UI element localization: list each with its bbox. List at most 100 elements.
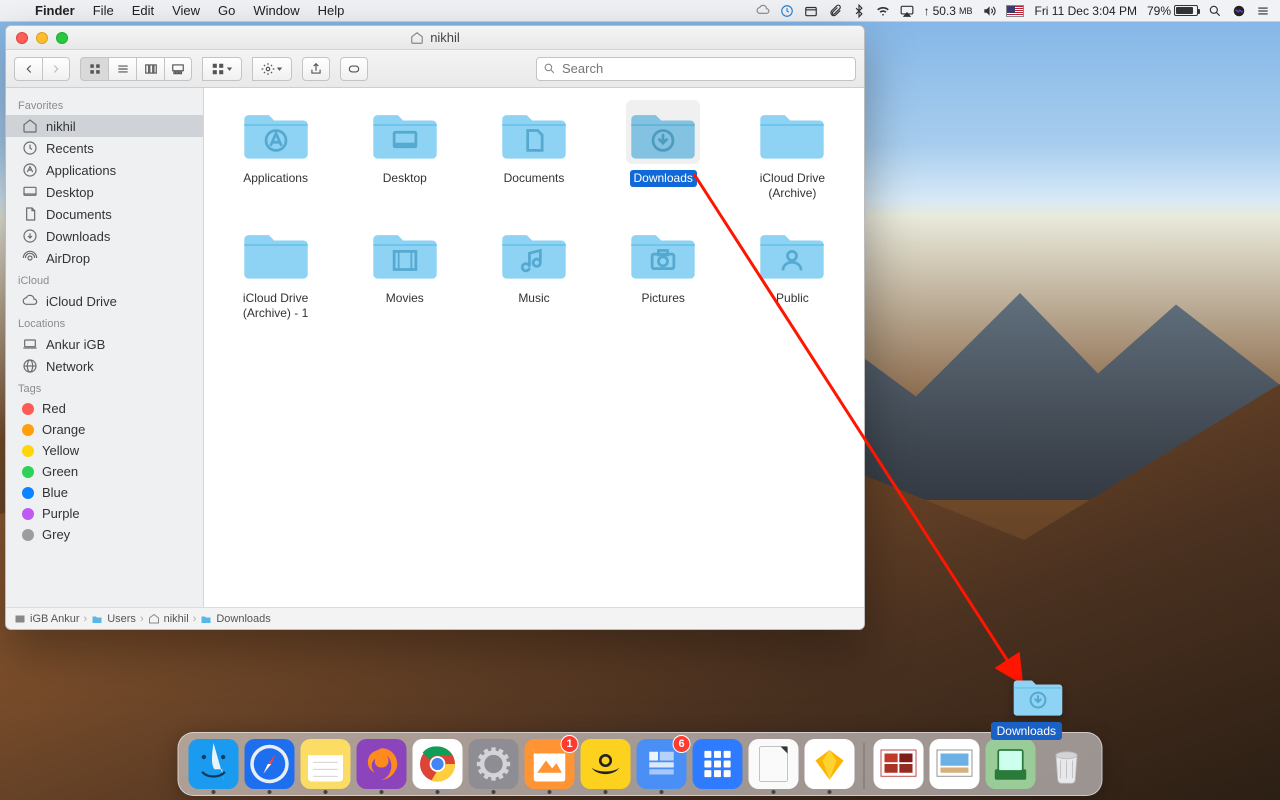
menubar-app-name[interactable]: Finder	[26, 0, 84, 22]
running-indicator	[324, 790, 328, 794]
sidebar-item-green[interactable]: Green	[6, 461, 203, 482]
folder-public[interactable]: Public	[731, 226, 854, 322]
list-view-button[interactable]	[108, 57, 136, 81]
folder-music[interactable]: Music	[472, 226, 595, 322]
search-icon	[543, 62, 556, 75]
sidebar-item-ankur-igb[interactable]: Ankur iGB	[6, 333, 203, 355]
dock-app-grid[interactable]	[693, 739, 743, 789]
sidebar-item-airdrop[interactable]: AirDrop	[6, 247, 203, 269]
menu-window[interactable]: Window	[244, 0, 308, 22]
menu-edit[interactable]: Edit	[123, 0, 163, 22]
input-flag[interactable]	[1006, 5, 1024, 17]
sidebar-item-nikhil[interactable]: nikhil	[6, 115, 203, 137]
volume-icon[interactable]	[982, 4, 996, 18]
sidebar-item-recents[interactable]: Recents	[6, 137, 203, 159]
dock-app-safari[interactable]	[245, 739, 295, 789]
dock-app-scanner[interactable]	[986, 739, 1036, 789]
sidebar-item-applications[interactable]: Applications	[6, 159, 203, 181]
path-separator: ›	[84, 613, 88, 625]
search-field[interactable]	[536, 57, 856, 81]
dragged-folder-icon[interactable]	[1011, 669, 1065, 723]
sidebar-section-header: iCloud	[6, 269, 203, 290]
finder-content[interactable]: ApplicationsDesktopDocumentsDownloadsiCl…	[204, 88, 864, 607]
menu-view[interactable]: View	[163, 0, 209, 22]
running-indicator	[828, 790, 832, 794]
sidebar-item-label: Blue	[42, 485, 68, 500]
airplay-icon[interactable]	[900, 4, 914, 18]
siri-icon[interactable]	[1232, 4, 1246, 18]
back-button[interactable]	[14, 57, 42, 81]
folder-movies[interactable]: Movies	[343, 226, 466, 322]
sidebar-item-red[interactable]: Red	[6, 398, 203, 419]
folder-icloud-drive-archive-[interactable]: iCloud Drive (Archive)	[731, 106, 854, 202]
spotlight-icon[interactable]	[1208, 4, 1222, 18]
dock-app-libreoffice[interactable]	[749, 739, 799, 789]
forward-button[interactable]	[42, 57, 70, 81]
folder-pictures[interactable]: Pictures	[602, 226, 725, 322]
arrange-button[interactable]	[202, 57, 242, 81]
notification-center-icon[interactable]	[1256, 4, 1270, 18]
sidebar-item-orange[interactable]: Orange	[6, 419, 203, 440]
folder-icloud-drive-archive-1[interactable]: iCloud Drive (Archive) - 1	[214, 226, 337, 322]
cloud-status-icon[interactable]	[756, 4, 770, 18]
sidebar-item-network[interactable]: Network	[6, 355, 203, 377]
path-bar[interactable]: iGB Ankur›Users›nikhil›Downloads	[6, 607, 864, 629]
folder-documents[interactable]: Documents	[472, 106, 595, 202]
window-titlebar[interactable]: nikhil	[6, 26, 864, 50]
icon-view-button[interactable]	[80, 57, 108, 81]
wifi-icon[interactable]	[876, 4, 890, 18]
battery-status[interactable]: 79%	[1147, 4, 1198, 18]
dock-app-photos[interactable]	[874, 739, 924, 789]
dock-app-mapper[interactable]	[581, 739, 631, 789]
sidebar-item-desktop[interactable]: Desktop	[6, 181, 203, 203]
sidebar-item-purple[interactable]: Purple	[6, 503, 203, 524]
dock-app-preview[interactable]	[930, 739, 980, 789]
desktop-icon	[22, 184, 38, 200]
action-button[interactable]	[252, 57, 292, 81]
folder-applications[interactable]: Applications	[214, 106, 337, 202]
memory-status[interactable]: ↑50.3MB	[924, 4, 973, 18]
menubar-datetime[interactable]: Fri 11 Dec 3:04 PM	[1034, 4, 1136, 18]
menu-go[interactable]: Go	[209, 0, 244, 22]
sidebar-item-documents[interactable]: Documents	[6, 203, 203, 225]
sidebar-item-label: Green	[42, 464, 78, 479]
tag-dot-icon	[22, 445, 34, 457]
sidebar-item-label: Grey	[42, 527, 70, 542]
sidebar-item-grey[interactable]: Grey	[6, 524, 203, 545]
gallery-view-button[interactable]	[164, 57, 192, 81]
tag-button[interactable]	[340, 57, 368, 81]
folder-desktop[interactable]: Desktop	[343, 106, 466, 202]
search-input[interactable]	[562, 61, 849, 76]
tag-dot-icon	[22, 487, 34, 499]
menu-file[interactable]: File	[84, 0, 123, 22]
folder-icon	[755, 106, 829, 164]
dock-app-finder[interactable]	[189, 739, 239, 789]
folder-downloads[interactable]: Downloads	[602, 106, 725, 202]
dock-app-sketch[interactable]	[805, 739, 855, 789]
dock-app-trash[interactable]	[1042, 739, 1092, 789]
dock-app-firefox[interactable]	[357, 739, 407, 789]
sidebar-item-blue[interactable]: Blue	[6, 482, 203, 503]
column-view-button[interactable]	[136, 57, 164, 81]
paperclip-icon[interactable]	[828, 4, 842, 18]
sidebar-item-icloud-drive[interactable]: iCloud Drive	[6, 290, 203, 312]
path-segment[interactable]: Downloads	[200, 613, 270, 625]
path-segment[interactable]: iGB Ankur	[14, 613, 80, 625]
sidebar-item-yellow[interactable]: Yellow	[6, 440, 203, 461]
sync-icon[interactable]	[780, 4, 794, 18]
sidebar-item-downloads[interactable]: Downloads	[6, 225, 203, 247]
menu-help[interactable]: Help	[309, 0, 354, 22]
bluetooth-icon[interactable]	[852, 4, 866, 18]
dock-app-slack[interactable]: 6	[637, 739, 687, 789]
dock-app-pages[interactable]: 1	[525, 739, 575, 789]
running-indicator	[436, 790, 440, 794]
sidebar-item-label: iCloud Drive	[46, 294, 117, 309]
path-segment[interactable]: Users	[91, 613, 136, 625]
path-segment[interactable]: nikhil	[148, 613, 189, 625]
dock-app-notes[interactable]	[301, 739, 351, 789]
dock-app-settings[interactable]	[469, 739, 519, 789]
share-button[interactable]	[302, 57, 330, 81]
dock-app-chrome[interactable]	[413, 739, 463, 789]
box-icon[interactable]	[804, 4, 818, 18]
running-indicator	[604, 790, 608, 794]
